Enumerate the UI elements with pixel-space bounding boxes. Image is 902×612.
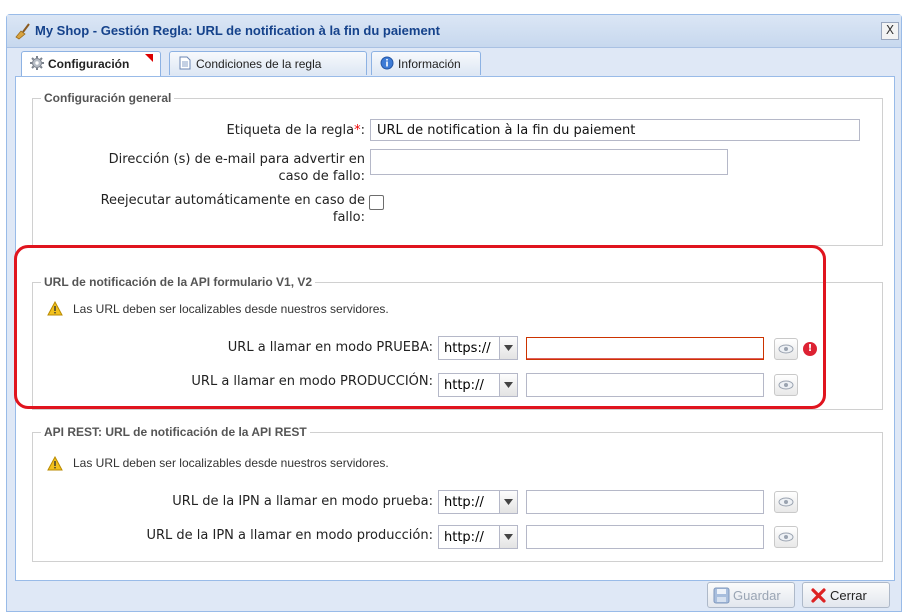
- email-label-line2: caso de fallo:: [278, 169, 365, 184]
- highlight-annotation: [14, 245, 826, 409]
- window-title: My Shop - Gestión Regla: URL de notifica…: [35, 23, 440, 38]
- api-rest-test-preview-button[interactable]: [774, 491, 798, 513]
- document-icon: [179, 56, 191, 70]
- rule-label: Etiqueta de la regla*:: [93, 122, 365, 139]
- close-button-label: Cerrar: [830, 588, 867, 603]
- eye-icon: [778, 532, 794, 542]
- tab-condiciones[interactable]: Condiciones de la regla: [169, 51, 367, 75]
- api-rest-prod-protocol-select[interactable]: http://: [438, 525, 518, 549]
- eye-icon: [778, 497, 794, 507]
- general-legend: Configuración general: [41, 91, 175, 105]
- chevron-down-icon: [504, 499, 513, 505]
- save-button-label: Guardar: [733, 588, 781, 603]
- retry-label-line1: Reejecutar automáticamente en caso de: [100, 193, 365, 208]
- tab-informacion[interactable]: Información: [371, 51, 481, 75]
- api-rest-test-protocol-value: http://: [444, 495, 484, 510]
- email-input[interactable]: [370, 149, 728, 175]
- api-rest-warning: Las URL deben ser localizables desde nue…: [73, 456, 389, 470]
- rule-label-text: Etiqueta de la regla: [226, 123, 355, 138]
- api-rest-prod-preview-button[interactable]: [774, 526, 798, 548]
- api-rest-test-protocol-trigger[interactable]: [499, 491, 517, 513]
- gear-icon: [30, 56, 44, 70]
- retry-label-line2: fallo:: [332, 210, 365, 225]
- retry-label: Reejecutar automáticamente en caso de fa…: [53, 192, 365, 226]
- rule-label-colon: :: [360, 123, 365, 138]
- tab-informacion-label: Información: [398, 57, 461, 71]
- api-rest-fieldset: API REST: URL de notificación de la API …: [32, 425, 883, 562]
- warning-icon: [47, 456, 63, 471]
- email-label: Dirección (s) de e-mail para advertir en…: [53, 151, 365, 185]
- api-rest-test-label: URL de la IPN a llamar en modo prueba:: [172, 494, 433, 509]
- broom-icon: [15, 23, 30, 40]
- api-rest-prod-protocol-value: http://: [444, 530, 484, 545]
- api-rest-legend: API REST: URL de notificación de la API …: [41, 425, 310, 439]
- save-disk-icon: [713, 587, 730, 604]
- close-button[interactable]: Cerrar: [802, 582, 890, 608]
- api-rest-prod-label: URL de la IPN a llamar en modo producció…: [146, 528, 433, 543]
- tab-configuracion-label: Configuración: [48, 57, 130, 71]
- api-rest-prod-protocol-trigger[interactable]: [499, 526, 517, 548]
- tab-condiciones-label: Condiciones de la regla: [196, 57, 322, 71]
- window-titlebar[interactable]: My Shop - Gestión Regla: URL de notifica…: [7, 15, 901, 48]
- api-rest-test-protocol-select[interactable]: http://: [438, 490, 518, 514]
- retry-checkbox[interactable]: [369, 195, 384, 210]
- api-rest-prod-url-input[interactable]: [526, 525, 764, 549]
- rule-label-input[interactable]: URL de notification à la fin du paiement: [370, 119, 860, 141]
- chevron-down-icon: [504, 534, 513, 540]
- info-icon: [380, 56, 394, 70]
- tab-strip: Configuración Condiciones de la regla In…: [21, 51, 901, 77]
- general-fieldset: Configuración general Etiqueta de la reg…: [32, 91, 883, 246]
- window-close-button[interactable]: X: [881, 22, 899, 40]
- api-rest-test-url-input[interactable]: [526, 490, 764, 514]
- save-button[interactable]: Guardar: [707, 582, 795, 608]
- close-icon: [811, 588, 826, 603]
- email-label-line1: Dirección (s) de e-mail para advertir en: [108, 152, 365, 167]
- tab-configuracion[interactable]: Configuración: [21, 51, 161, 77]
- dirty-marker-icon: [145, 54, 153, 62]
